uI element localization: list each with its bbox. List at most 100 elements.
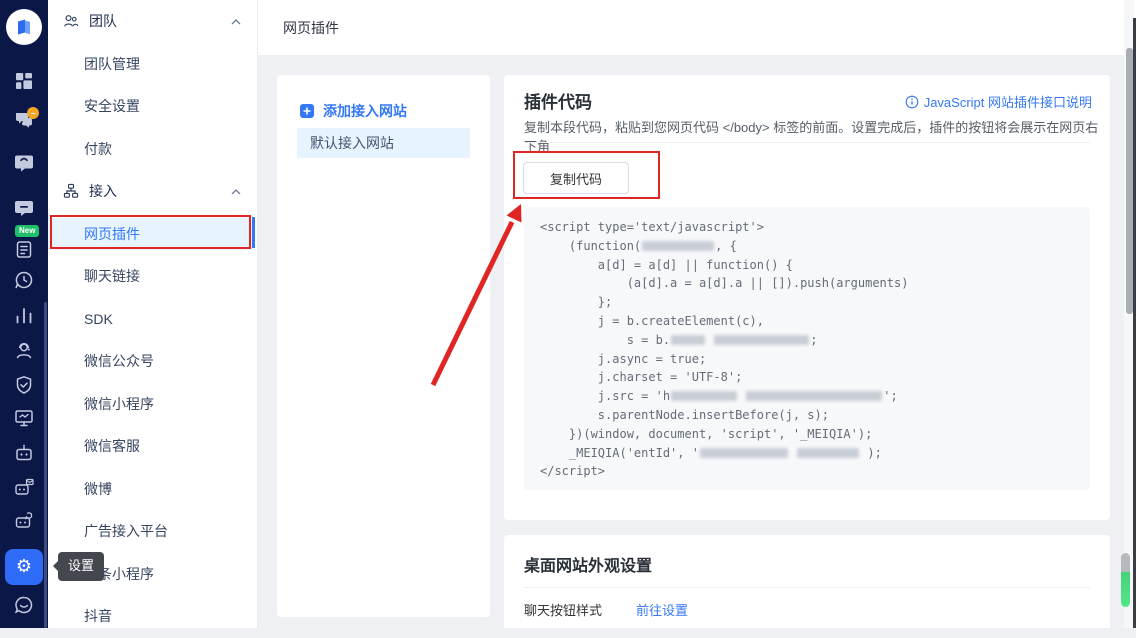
analytics-icon[interactable]: [13, 304, 35, 326]
team-icon: [62, 12, 80, 30]
panel-title: 插件代码: [524, 88, 592, 113]
robot-chat-icon[interactable]: [13, 509, 35, 531]
copy-code-button[interactable]: 复制代码: [523, 162, 629, 194]
monitor-icon[interactable]: [13, 407, 35, 429]
sidebar-item-广告接入平台[interactable]: 广告接入平台: [48, 510, 257, 553]
code-line: };: [540, 293, 1074, 312]
chat-history-icon[interactable]: [13, 269, 35, 291]
redacted-text: [671, 335, 705, 345]
site-item-label: 默认接入网站: [310, 133, 394, 153]
sidebar-group-团队[interactable]: 团队: [48, 0, 257, 43]
chevron-up-icon[interactable]: [231, 19, 241, 25]
sidebar-item-微信小程序[interactable]: 微信小程序: [48, 383, 257, 426]
messenger-icon[interactable]: [13, 594, 35, 616]
sidebar-item-微信公众号[interactable]: 微信公众号: [48, 340, 257, 383]
settings-gear-icon[interactable]: ⚙: [5, 549, 43, 585]
doc-link-label: JavaScript 网站插件接口说明: [924, 92, 1092, 111]
redacted-text: [746, 391, 882, 401]
sidebar-label: 网页插件: [84, 224, 140, 244]
sidebar-item-SDK[interactable]: SDK: [48, 298, 257, 341]
plus-square-icon: [300, 104, 314, 118]
sidebar-label: 微博: [84, 479, 112, 499]
chat-button-style-label: 聊天按钮样式: [524, 600, 602, 619]
ticket-icon[interactable]: [13, 238, 35, 260]
redacted-text: [797, 448, 859, 458]
sidebar-item-聊天链接[interactable]: 聊天链接: [48, 255, 257, 298]
appearance-title: 桌面网站外观设置: [524, 552, 652, 576]
code-line: (a[d].a = a[d].a || []).push(arguments): [540, 274, 1074, 293]
sidebar-label: 团队: [89, 11, 117, 31]
code-line: (function(, {: [540, 237, 1074, 256]
appearance-panel: 桌面网站外观设置 聊天按钮样式 前往设置: [504, 535, 1110, 628]
dashboard-grid-icon[interactable]: [13, 70, 35, 92]
divider: [524, 587, 1090, 588]
settings-sidebar: 团队团队管理安全设置付款接入网页插件聊天链接 SDK 微信公众号微信小程序微信客服微…: [48, 0, 258, 628]
doc-link[interactable]: JavaScript 网站插件接口说明: [905, 92, 1092, 111]
sidebar-label: SDK: [84, 311, 113, 327]
info-icon: [905, 95, 919, 109]
go-to-settings-link[interactable]: 前往设置: [636, 600, 688, 619]
sidebar-item-网页插件[interactable]: 网页插件: [48, 213, 257, 256]
robot-mail-icon[interactable]: [13, 476, 35, 498]
redacted-text: [700, 448, 788, 458]
rail-scrollbar[interactable]: [44, 302, 47, 628]
sidebar-item-微信客服[interactable]: 微信客服: [48, 425, 257, 468]
selected-indicator-bar: [252, 217, 255, 248]
sidebar-label: 付款: [84, 139, 112, 159]
add-site-button[interactable]: 添加接入网站: [300, 101, 407, 121]
sidebar-label: 接入: [89, 181, 117, 201]
sidebar-item-团队管理[interactable]: 团队管理: [48, 43, 257, 86]
code-line: j = b.createElement(c),: [540, 312, 1074, 331]
green-scroll-widget[interactable]: [1121, 553, 1130, 607]
meiqia-logo-icon: [13, 16, 35, 38]
code-line: s = b. ;: [540, 331, 1074, 350]
code-line: a[d] = a[d] || function() {: [540, 256, 1074, 275]
settings-tooltip: 设置: [58, 552, 104, 581]
sidebar-item-付款[interactable]: 付款: [48, 128, 257, 171]
sidebar-item-安全设置[interactable]: 安全设置: [48, 85, 257, 128]
security-shield-icon[interactable]: [13, 374, 35, 396]
call-icon[interactable]: [13, 152, 35, 174]
robot-icon[interactable]: [13, 442, 35, 464]
message-icon[interactable]: [13, 197, 35, 219]
redacted-text: [642, 241, 714, 251]
site-list-item[interactable]: 默认接入网站: [297, 128, 470, 158]
sidebar-item-抖音[interactable]: 抖音: [48, 595, 257, 638]
sidebar-label: 微信公众号: [84, 351, 154, 371]
sidebar-group-接入[interactable]: 接入: [48, 170, 257, 213]
code-line: <script type='text/javascript'>: [540, 218, 1074, 237]
sidebar-label: 团队管理: [84, 54, 140, 74]
main-content: 添加接入网站 默认接入网站 插件代码 JavaScript 网站插件接口说明 复…: [258, 56, 1136, 628]
code-line: </script>: [540, 462, 1074, 481]
plugin-code-panel: 插件代码 JavaScript 网站插件接口说明 复制本段代码，粘贴到您网页代码…: [504, 75, 1110, 520]
new-badge: New: [15, 225, 39, 237]
unread-badge: –: [27, 107, 39, 119]
site-list-panel: 添加接入网站 默认接入网站: [277, 75, 490, 617]
redacted-text: [671, 391, 737, 401]
code-line: j.src = 'h ';: [540, 387, 1074, 406]
agent-icon[interactable]: [13, 339, 35, 361]
page-scrollbar-thumb[interactable]: [1126, 48, 1133, 314]
sidebar-label: 安全设置: [84, 96, 140, 116]
sidebar-item-微博[interactable]: 微博: [48, 468, 257, 511]
gear-glyph: ⚙: [16, 558, 32, 576]
page-header: 网页插件: [258, 0, 1136, 56]
code-block[interactable]: <script type='text/javascript'> (functio…: [524, 207, 1090, 490]
icon-rail: – New ⚙: [0, 0, 48, 628]
copy-code-label: 复制代码: [550, 169, 602, 188]
divider: [524, 142, 1090, 143]
page-title: 网页插件: [283, 18, 339, 38]
code-line: _MEIQIA('entId', ' );: [540, 444, 1074, 463]
code-line: s.parentNode.insertBefore(j, s);: [540, 406, 1074, 425]
sidebar-label: 聊天链接: [84, 266, 140, 286]
code-line: j.charset = 'UTF-8';: [540, 368, 1074, 387]
code-line: })(window, document, 'script', '_MEIQIA'…: [540, 425, 1074, 444]
add-site-label: 添加接入网站: [323, 101, 407, 121]
chevron-up-icon[interactable]: [231, 189, 241, 195]
sidebar-label: 广告接入平台: [84, 521, 168, 541]
sidebar-label: 微信客服: [84, 436, 140, 456]
app-logo[interactable]: [6, 9, 42, 45]
plugin-description: 复制本段代码，粘贴到您网页代码 </body> 标签的前面。设置完成后，插件的按…: [524, 117, 1110, 155]
sidebar-label: 微信小程序: [84, 394, 154, 414]
code-line: j.async = true;: [540, 350, 1074, 369]
